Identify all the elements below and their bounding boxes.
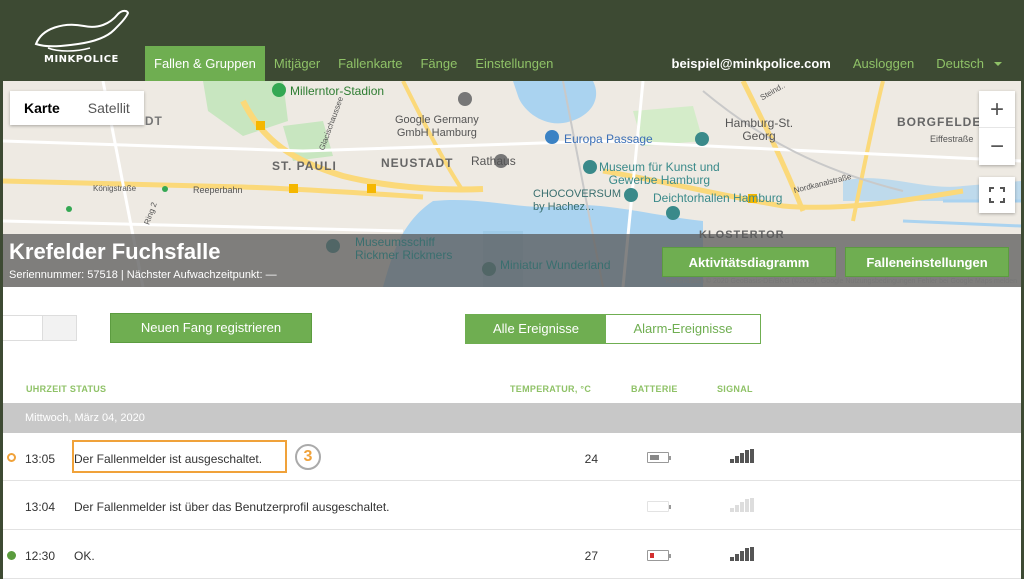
battery-fill	[650, 553, 654, 558]
map-label-st-pauli: ST. PAULI	[272, 159, 337, 173]
main-nav: Fallen & Gruppen Mitjäger Fallenkarte Fä…	[145, 46, 562, 81]
chevron-down-icon	[994, 61, 1002, 66]
table-row[interactable]: 13:04 Der Fallenmelder ist über das Benu…	[3, 482, 1021, 530]
map-label-google: Google Germany GmbH Hamburg	[395, 114, 479, 139]
fullscreen-button[interactable]	[979, 177, 1015, 213]
signal-icon	[730, 498, 754, 512]
map-label-museum-kunst: Museum für Kunst und Gewerbe Hamburg	[599, 160, 720, 187]
user-menu: beispiel@minkpolice.com Ausloggen Deutsc…	[672, 46, 1002, 81]
header-temperature: TEMPERATUR, °C	[510, 384, 592, 394]
fullscreen-icon	[989, 187, 1005, 203]
event-time: 12:30	[25, 549, 56, 563]
table-row[interactable]: 12:30 OK. 27	[3, 531, 1021, 579]
map-label-neustadt: NEUSTADT	[381, 156, 454, 170]
battery-icon	[647, 452, 671, 463]
trap-toggle-switch[interactable]	[3, 315, 77, 341]
logout-link[interactable]: Ausloggen	[853, 56, 914, 71]
filter-all-events-button[interactable]: Alle Ereignisse	[466, 315, 606, 343]
event-status: Der Fallenmelder ist über das Benutzerpr…	[74, 500, 390, 514]
user-email[interactable]: beispiel@minkpolice.com	[672, 56, 831, 71]
event-filter: Alle Ereignisse Alarm-Ereignisse	[465, 314, 761, 344]
map-label-deichtorhallen: Deichtorhallen Hamburg	[653, 191, 783, 205]
map-label-reeperbahn: Reeperbahn	[193, 185, 243, 195]
event-temperature: 24	[584, 452, 598, 466]
events-panel: Neuen Fang registrieren Alle Ereignisse …	[3, 287, 1021, 579]
nav-item-fallenkarte[interactable]: Fallenkarte	[329, 46, 411, 81]
header-signal: SIGNAL	[717, 384, 753, 394]
register-catch-button[interactable]: Neuen Fang registrieren	[110, 313, 312, 343]
top-navigation-bar: MINKPOLICE Fallen & Gruppen Mitjäger Fal…	[0, 0, 1024, 81]
event-status: OK.	[74, 549, 95, 563]
nav-item-einstellungen[interactable]: Einstellungen	[466, 46, 562, 81]
header-battery: BATTERIE	[631, 384, 678, 394]
language-label: Deutsch	[936, 56, 984, 71]
status-dot-icon	[7, 551, 16, 560]
toggle-knob	[3, 316, 43, 340]
battery-icon	[647, 550, 671, 561]
day-label: Mittwoch, März 04, 2020	[25, 412, 145, 424]
map-type-control: Karte Satellit	[10, 91, 144, 125]
event-temperature: 27	[584, 549, 598, 563]
header-time-status: UHRZEIT STATUS	[26, 384, 107, 394]
filter-alarm-events-button[interactable]: Alarm-Ereignisse	[606, 315, 760, 343]
map-type-satellit-button[interactable]: Satellit	[74, 91, 144, 125]
map-label-rathaus: Rathaus	[471, 154, 516, 168]
map-label-rickmer: Museumsschiff Rickmer Rickmers	[355, 235, 453, 262]
map-type-karte-button[interactable]: Karte	[10, 91, 74, 125]
map-label-europa: Europa Passage	[564, 132, 653, 146]
day-separator: Mittwoch, März 04, 2020	[3, 403, 1021, 433]
zoom-out-button[interactable]: −	[979, 128, 1015, 165]
status-dot-icon	[7, 453, 16, 462]
map-label-borgfelde: BORGFELDE	[897, 115, 982, 129]
brand-name: MINKPOLICE	[44, 54, 119, 65]
language-selector[interactable]: Deutsch	[936, 56, 1002, 71]
trap-title: Krefelder Fuchsfalle	[9, 239, 221, 264]
nav-item-fallen-gruppen[interactable]: Fallen & Gruppen	[145, 46, 265, 81]
map-label-koenigstrasse: Königstraße	[93, 184, 137, 193]
nav-item-mitjaeger[interactable]: Mitjäger	[265, 46, 329, 81]
app-frame: MINKPOLICE Fallen & Gruppen Mitjäger Fal…	[0, 0, 1024, 579]
zoom-control: + −	[979, 91, 1015, 165]
signal-icon	[730, 547, 754, 561]
map-label-eiffestrasse: Eiffestraße	[930, 134, 974, 144]
map-attribution[interactable]: Kartendaten © 2020 GeoBasis-DE/BKG (©200…	[666, 278, 1017, 285]
trap-subtitle: Seriennummer: 57518 | Nächster Aufwachze…	[9, 269, 277, 281]
signal-icon	[730, 449, 754, 463]
activity-diagram-button[interactable]: Aktivitätsdiagramm	[662, 247, 836, 277]
zoom-in-button[interactable]: +	[979, 91, 1015, 128]
map-label-chocoversum: CHOCOVERSUM by Hachez...	[533, 188, 622, 213]
event-time: 13:05	[25, 452, 56, 466]
nav-item-faenge[interactable]: Fänge	[411, 46, 466, 81]
trap-settings-button[interactable]: Falleneinstellungen	[845, 247, 1009, 277]
battery-icon	[647, 501, 671, 512]
callout-number: 3	[295, 444, 321, 470]
trap-map[interactable]: ALTONA ALTSTADT Millerntor-Stadion Googl…	[3, 81, 1021, 287]
status-highlight-box	[72, 440, 287, 473]
battery-fill	[650, 455, 659, 460]
map-label-miniatur: Miniatur Wunderland	[500, 258, 611, 272]
map-label-st-georg: Hamburg-St. Georg	[725, 116, 794, 143]
event-time: 13:04	[25, 500, 56, 514]
